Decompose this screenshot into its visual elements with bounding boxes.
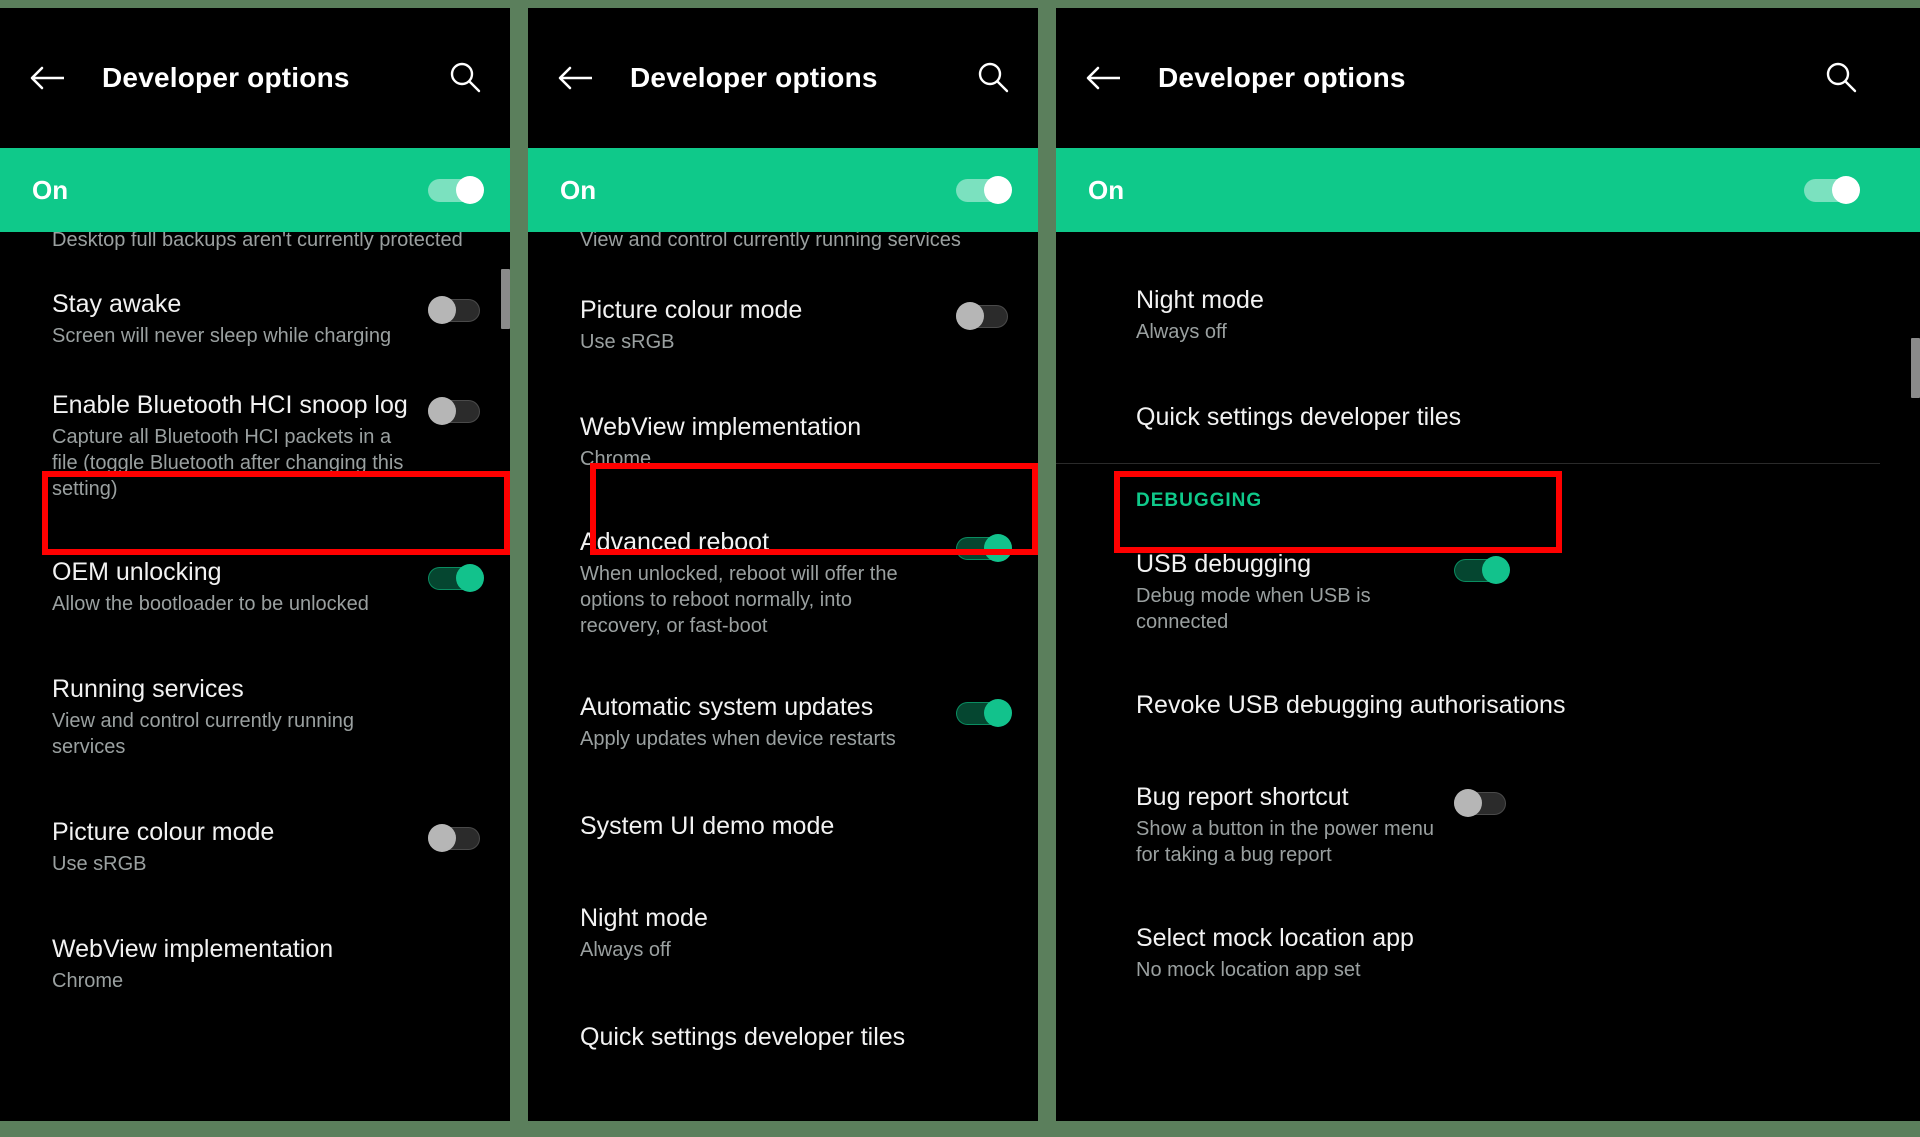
phone-screen-3: Developer options On Night mode Always o… [1056,8,1920,1121]
list-item-subtitle: Debug mode when USB is connected [1136,585,1371,633]
usb-debugging-switch[interactable] [1454,556,1510,584]
list-item[interactable]: Automatic system updates Apply updates w… [528,677,1038,766]
list-item-title: Bug report shortcut [1136,783,1349,811]
list-item-title: Revoke USB debugging authorisations [1136,691,1566,719]
list-item-subtitle: Show a button in the power menu for taki… [1136,818,1434,866]
master-toggle-label: On [560,174,597,205]
app-bar-2: Developer options [528,8,1038,148]
automatic-system-updates-switch[interactable] [956,699,1012,727]
developer-options-master-toggle-row-2[interactable]: On [528,148,1038,232]
settings-list-3[interactable]: Night mode Always off Quick settings dev… [1056,232,1920,1121]
list-item[interactable]: Bug report shortcut Show a button in the… [1056,767,1880,882]
oem-unlocking-switch[interactable] [428,564,484,592]
phone-screen-1: Developer options On Desktop full backup… [0,8,510,1121]
app-bar-3: Developer options [1056,8,1920,148]
list-item-subtitle: Chrome [580,448,652,470]
list-item[interactable]: OEM unlocking Allow the bootloader to be… [0,542,510,631]
list-item-subtitle: Always off [1136,321,1227,343]
list-item-title: Picture colour mode [52,818,275,846]
list-item[interactable]: Picture colour mode Use sRGB [0,802,510,891]
list-item[interactable]: Quick settings developer tiles [528,1007,1038,1071]
list-item-title: Night mode [1136,286,1264,314]
search-icon[interactable] [1822,59,1860,97]
arrow-left-icon[interactable] [26,56,70,100]
settings-list-1[interactable]: Desktop full backups aren't currently pr… [0,232,510,1121]
master-toggle-label: On [32,174,69,205]
arrow-left-icon[interactable] [1082,56,1126,100]
bug-report-shortcut-switch[interactable] [1454,789,1510,817]
bluetooth-hci-snoop-log-switch[interactable] [428,397,484,425]
list-item-subtitle: Allow the bootloader to be unlocked [52,593,369,615]
list-item-subtitle: Capture all Bluetooth HCI packets in a f… [52,426,404,500]
picture-colour-mode-switch[interactable] [956,302,1012,330]
list-item[interactable]: Stay awake Screen will never sleep while… [0,274,510,363]
panel-gutter-1 [510,0,528,1137]
master-toggle-switch[interactable] [956,176,1012,204]
list-item-subtitle: Apply updates when device restarts [580,728,896,750]
panel-gutter-2 [1038,0,1056,1137]
developer-options-master-toggle-row-1[interactable]: On [0,148,510,232]
app-bar-1: Developer options [0,8,510,148]
list-item-title: Enable Bluetooth HCI snoop log [52,391,408,419]
list-item-title: Advanced reboot [580,528,770,556]
settings-list-2[interactable]: View and control currently running servi… [528,232,1038,1121]
search-icon[interactable] [446,59,484,97]
advanced-reboot-switch[interactable] [956,534,1012,562]
list-item-title: OEM unlocking [52,558,222,586]
master-toggle-label: On [1088,174,1125,205]
screenshot-stage: Developer options On Desktop full backup… [0,0,1920,1137]
developer-options-master-toggle-row-3[interactable]: On [1056,148,1920,232]
list-item[interactable]: USB debugging Debug mode when USB is con… [1056,534,1880,649]
page-title: Developer options [102,62,350,93]
list-item-subtitle: View and control currently running servi… [52,710,355,758]
section-header-debugging: DEBUGGING [1136,490,1263,511]
list-item-title: USB debugging [1136,550,1312,578]
arrow-left-icon[interactable] [554,56,598,100]
clipped-subtitle-1: Desktop full backups aren't currently pr… [52,232,463,251]
stay-awake-switch[interactable] [428,296,484,324]
list-item-subtitle: Chrome [52,970,124,992]
list-item[interactable]: WebView implementation Chrome [0,919,510,1008]
frame-bottom-strip [0,1121,1920,1137]
page-title: Developer options [1158,62,1406,93]
search-icon[interactable] [974,59,1012,97]
list-item-title: Picture colour mode [580,296,803,324]
list-item-title: Running services [52,675,244,703]
list-item[interactable]: Select mock location app No mock locatio… [1056,908,1880,997]
list-item-subtitle: Screen will never sleep while charging [52,325,392,347]
list-item[interactable]: Picture colour mode Use sRGB [528,280,1038,369]
master-toggle-switch[interactable] [1804,176,1860,204]
list-item-title: Automatic system updates [580,693,874,721]
list-item-subtitle: Always off [580,939,671,961]
list-item-title: WebView implementation [580,413,862,441]
list-item[interactable]: Advanced reboot When unlocked, reboot wi… [528,512,1038,653]
list-item[interactable]: Night mode Always off [1056,270,1880,359]
list-item[interactable]: Night mode Always off [528,888,1038,977]
list-item-title: Select mock location app [1136,924,1414,952]
page-title: Developer options [630,62,878,93]
list-item[interactable]: Quick settings developer tiles [1056,387,1880,451]
list-item-title: Stay awake [52,290,182,318]
list-item-subtitle: Use sRGB [580,331,675,353]
list-item[interactable]: WebView implementation Chrome [528,397,1038,486]
scrollbar-thumb-3[interactable] [1911,338,1920,398]
list-item[interactable]: Enable Bluetooth HCI snoop log Capture a… [0,375,510,516]
list-item[interactable]: System UI demo mode [528,796,1038,860]
list-item-subtitle: When unlocked, reboot will offer the opt… [580,563,898,637]
list-item-title: System UI demo mode [580,812,835,840]
clipped-subtitle-2: View and control currently running servi… [580,232,961,251]
list-item-title: Quick settings developer tiles [580,1023,906,1051]
picture-colour-mode-switch[interactable] [428,824,484,852]
list-item-subtitle: No mock location app set [1136,959,1361,981]
list-item-title: Quick settings developer tiles [1136,403,1462,431]
frame-top-strip [0,0,1920,8]
list-item[interactable]: Revoke USB debugging authorisations [1056,675,1880,739]
phone-screen-2: Developer options On View and control cu… [528,8,1038,1121]
list-item[interactable]: Running services View and control curren… [0,659,510,774]
scrollbar-thumb-1[interactable] [501,269,510,329]
master-toggle-switch[interactable] [428,176,484,204]
list-item-subtitle: Use sRGB [52,853,147,875]
list-item-title: Night mode [580,904,708,932]
list-item-title: WebView implementation [52,935,334,963]
